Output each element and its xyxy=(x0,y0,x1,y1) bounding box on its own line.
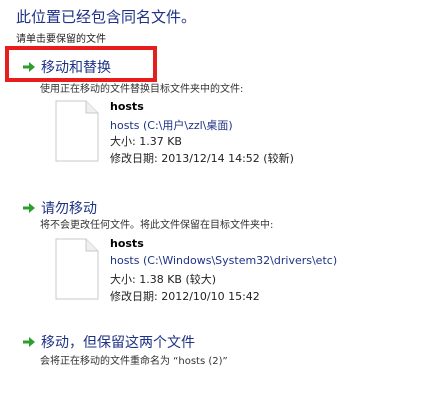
file-name: hosts xyxy=(110,100,144,113)
green-right-arrow-icon xyxy=(23,337,35,347)
green-right-arrow-icon xyxy=(23,203,35,213)
dialog-subtitle: 请单击要保留的文件 xyxy=(16,34,106,45)
option-keep-both-label: 移动，但保留这两个文件 xyxy=(41,335,195,351)
option-dont-move-label: 请勿移动 xyxy=(41,201,97,217)
file-name: hosts xyxy=(110,237,144,250)
option-dont-move-desc: 将不会更改任何文件。将此文件保留在目标文件夹中: xyxy=(40,220,274,231)
file-size: 大小: 1.38 KB (较大) xyxy=(110,273,217,286)
blank-file-icon xyxy=(55,238,99,300)
option-dont-move[interactable]: 请勿移动 xyxy=(22,198,97,218)
file-size: 大小: 1.37 KB xyxy=(110,135,182,148)
option-keep-both-desc: 会将正在移动的文件重命名为 “hosts (2)” xyxy=(40,356,228,367)
option-keep-both[interactable]: 移动，但保留这两个文件 xyxy=(22,332,195,352)
blank-file-icon xyxy=(55,100,99,162)
file-modified: 修改日期: 2013/12/14 14:52 (较新) xyxy=(110,152,294,165)
file-path: hosts (C:\用户\zzl\桌面) xyxy=(110,119,233,132)
file-path: hosts (C:\Windows\System32\drivers\etc) xyxy=(110,254,338,267)
highlight-box xyxy=(5,46,157,82)
dialog-title: 此位置已经包含同名文件。 xyxy=(16,8,197,26)
option-move-replace-desc: 使用正在移动的文件替换目标文件夹中的文件: xyxy=(40,84,244,95)
file-modified: 修改日期: 2012/10/10 15:42 xyxy=(110,290,260,303)
